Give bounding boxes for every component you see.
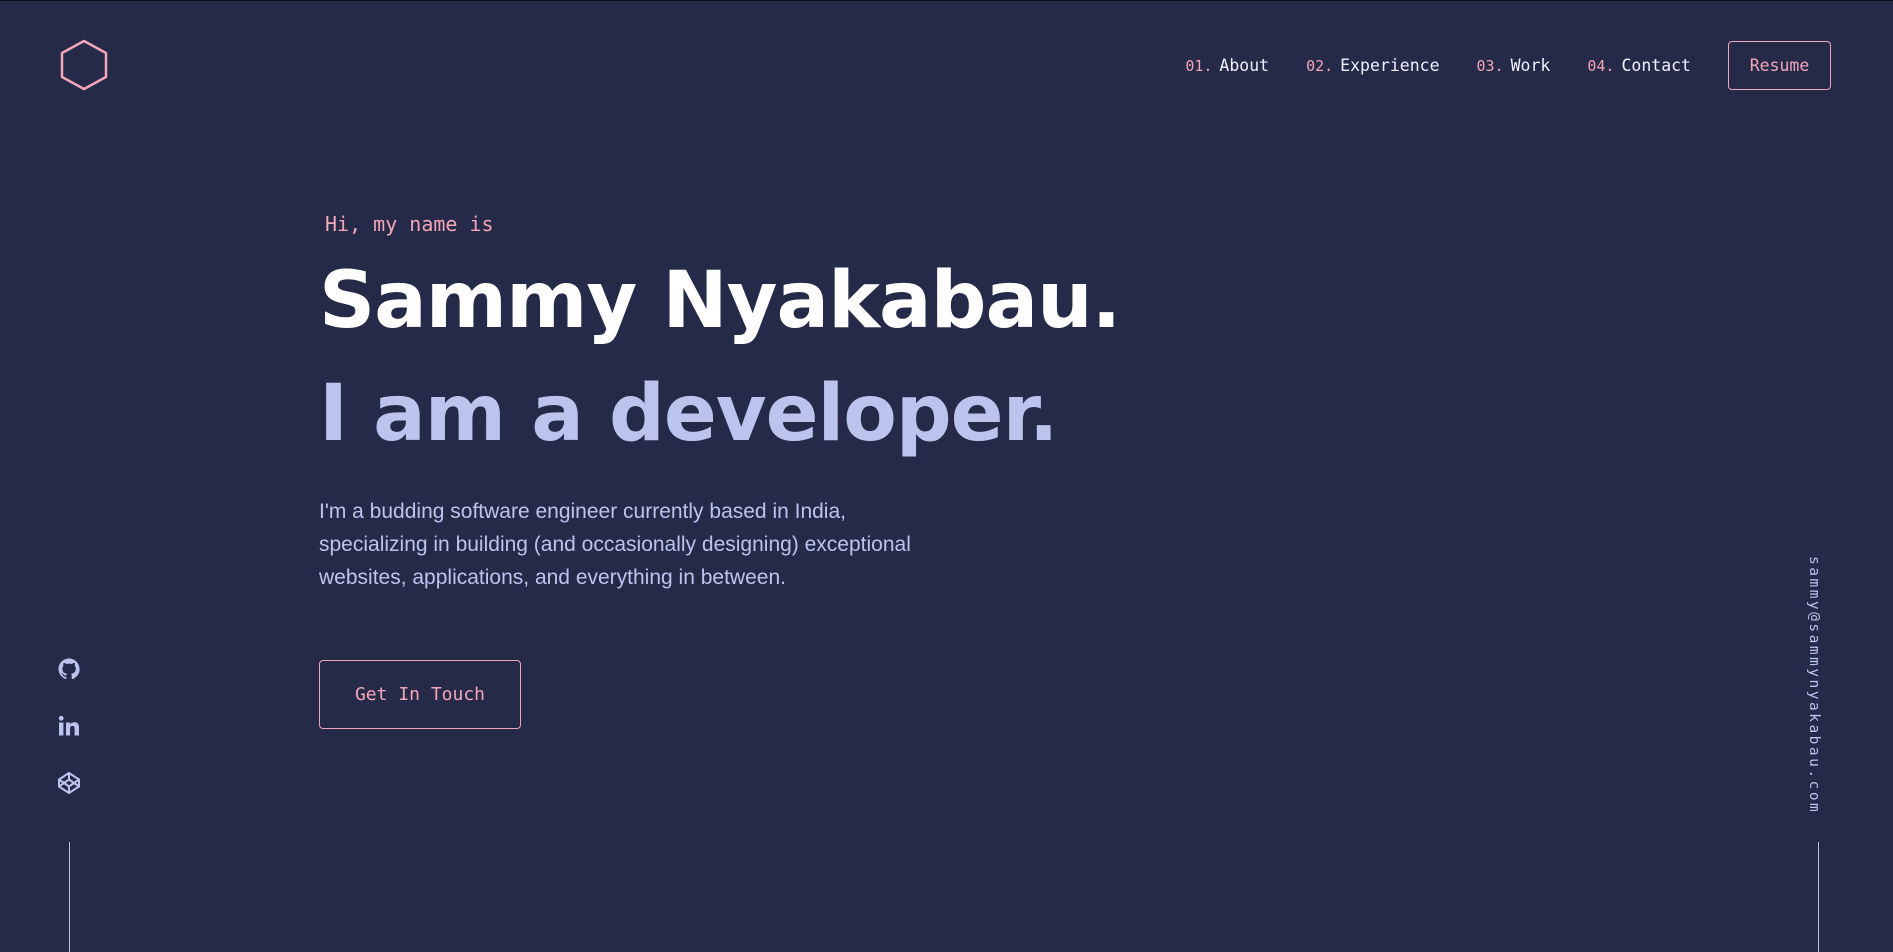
nav-number: 01. [1185, 57, 1213, 75]
nav-label: Work [1510, 56, 1551, 75]
codepen-icon [58, 772, 80, 794]
email-link[interactable]: sammy@sammynyakabau.com [1806, 556, 1822, 814]
nav-item-work[interactable]: 03. Work [1477, 56, 1551, 75]
hero-bio: I'm a budding software engineer currentl… [319, 500, 911, 589]
get-in-touch-button[interactable]: Get In Touch [319, 660, 521, 729]
nav-item-experience[interactable]: 02. Experience [1306, 56, 1439, 75]
linkedin-link[interactable] [57, 714, 83, 740]
main-nav: 01. About 02. Experience 03. Work 04. Co… [1185, 41, 1831, 90]
nav-number: 04. [1587, 57, 1615, 75]
nav-item-contact[interactable]: 04. Contact [1587, 56, 1691, 75]
nav-number: 02. [1306, 57, 1334, 75]
greeting-text: Hi, my name is [325, 212, 494, 236]
social-links [57, 657, 83, 828]
left-rail-line [69, 842, 70, 952]
nav-number: 03. [1476, 57, 1504, 75]
right-rail-line [1818, 842, 1819, 952]
github-icon [58, 658, 80, 680]
nav-label: Contact [1621, 56, 1691, 75]
nav-item-about[interactable]: 01. About [1185, 56, 1269, 75]
nav-label: Experience [1340, 56, 1440, 75]
github-link[interactable] [57, 657, 83, 683]
resume-button[interactable]: Resume [1728, 41, 1831, 90]
linkedin-icon [58, 715, 79, 736]
hero-section: Hi, my name is Sammy Nyakabau. I am a de… [319, 209, 1121, 729]
hero-tagline: I am a developer. [319, 369, 1059, 459]
hexagon-icon[interactable] [59, 39, 109, 91]
nav-label: About [1219, 56, 1270, 75]
codepen-link[interactable] [57, 771, 83, 797]
hero-name: Sammy Nyakabau. [319, 256, 1121, 346]
